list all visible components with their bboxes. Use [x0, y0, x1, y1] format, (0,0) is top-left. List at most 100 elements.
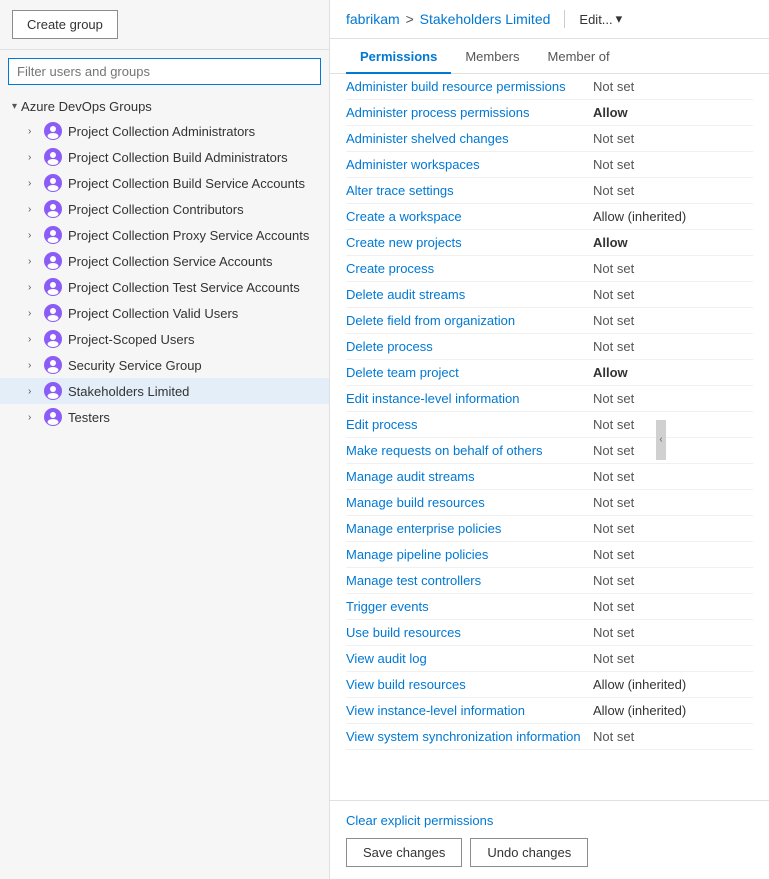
- permission-row: View instance-level informationAllow (in…: [346, 698, 753, 724]
- permission-value: Not set: [593, 261, 753, 276]
- permission-row: Manage audit streamsNot set: [346, 464, 753, 490]
- tab-members[interactable]: Members: [451, 39, 533, 74]
- permission-row: Trigger eventsNot set: [346, 594, 753, 620]
- tabs-bar: Permissions Members Member of: [330, 39, 769, 74]
- permission-name[interactable]: Create process: [346, 261, 593, 276]
- group-item[interactable]: › Testers: [0, 404, 329, 430]
- permission-row: Edit instance-level informationNot set: [346, 386, 753, 412]
- permission-name[interactable]: Delete team project: [346, 365, 593, 380]
- expand-chevron-icon: ›: [28, 308, 38, 319]
- permission-name[interactable]: Create new projects: [346, 235, 593, 250]
- tab-permissions[interactable]: Permissions: [346, 39, 451, 74]
- permission-name[interactable]: Manage audit streams: [346, 469, 593, 484]
- permission-name[interactable]: Administer build resource permissions: [346, 79, 593, 94]
- group-name: Project Collection Build Service Account…: [68, 176, 305, 191]
- collapse-handle[interactable]: ‹: [656, 420, 666, 460]
- group-item[interactable]: › Project Collection Administrators: [0, 118, 329, 144]
- permission-value: Allow: [593, 235, 753, 250]
- group-name: Security Service Group: [68, 358, 202, 373]
- permission-value: Not set: [593, 157, 753, 172]
- edit-button-label: Edit...: [579, 12, 612, 27]
- permission-name[interactable]: Edit process: [346, 417, 593, 432]
- permission-row: Administer build resource permissionsNot…: [346, 74, 753, 100]
- group-item[interactable]: › Security Service Group: [0, 352, 329, 378]
- permission-row: View audit logNot set: [346, 646, 753, 672]
- permission-row: Delete team projectAllow: [346, 360, 753, 386]
- permission-name[interactable]: View audit log: [346, 651, 593, 666]
- permission-name[interactable]: Delete field from organization: [346, 313, 593, 328]
- permission-value: Not set: [593, 443, 753, 458]
- permission-row: Alter trace settingsNot set: [346, 178, 753, 204]
- group-icon: [44, 330, 62, 348]
- group-item[interactable]: › Project Collection Build Administrator…: [0, 144, 329, 170]
- permission-name[interactable]: View system synchronization information: [346, 729, 593, 744]
- permission-name[interactable]: Edit instance-level information: [346, 391, 593, 406]
- group-item[interactable]: › Project Collection Contributors: [0, 196, 329, 222]
- clear-permissions-link[interactable]: Clear explicit permissions: [346, 813, 753, 828]
- permission-value: Not set: [593, 547, 753, 562]
- tab-member-of[interactable]: Member of: [534, 39, 624, 74]
- filter-input[interactable]: [8, 58, 321, 85]
- breadcrumb-org[interactable]: fabrikam: [346, 11, 400, 27]
- permission-name[interactable]: Trigger events: [346, 599, 593, 614]
- permission-name[interactable]: View instance-level information: [346, 703, 593, 718]
- permission-value: Allow: [593, 105, 753, 120]
- breadcrumb-separator: >: [406, 11, 418, 27]
- group-icon: [44, 200, 62, 218]
- permission-value: Not set: [593, 339, 753, 354]
- group-item[interactable]: › Project Collection Test Service Accoun…: [0, 274, 329, 300]
- permission-name[interactable]: Administer process permissions: [346, 105, 593, 120]
- group-item[interactable]: › Project Collection Service Accounts: [0, 248, 329, 274]
- permission-name[interactable]: Delete process: [346, 339, 593, 354]
- permission-name[interactable]: View build resources: [346, 677, 593, 692]
- permission-value: Not set: [593, 573, 753, 588]
- permission-name[interactable]: Manage build resources: [346, 495, 593, 510]
- permission-value: Allow (inherited): [593, 677, 753, 692]
- permission-value: Not set: [593, 131, 753, 146]
- permission-value: Not set: [593, 391, 753, 406]
- permission-name[interactable]: Alter trace settings: [346, 183, 593, 198]
- permission-row: Manage enterprise policiesNot set: [346, 516, 753, 542]
- group-item[interactable]: › Project-Scoped Users: [0, 326, 329, 352]
- create-group-button[interactable]: Create group: [12, 10, 118, 39]
- permissions-area: Administer build resource permissions Not…: [330, 74, 769, 800]
- permission-row: Manage pipeline policiesNot set: [346, 542, 753, 568]
- group-item[interactable]: › Project Collection Valid Users: [0, 300, 329, 326]
- permission-row: Delete field from organizationNot set: [346, 308, 753, 334]
- permission-row: Delete processNot set: [346, 334, 753, 360]
- edit-button[interactable]: Edit... ▾: [579, 11, 622, 27]
- permission-row: View system synchronization informationN…: [346, 724, 753, 750]
- permission-name[interactable]: Manage test controllers: [346, 573, 593, 588]
- edit-dropdown-icon: ▾: [616, 11, 623, 27]
- permission-row: Administer process permissionsAllow: [346, 100, 753, 126]
- group-name: Project Collection Contributors: [68, 202, 244, 217]
- group-item[interactable]: › Stakeholders Limited: [0, 378, 329, 404]
- undo-changes-button[interactable]: Undo changes: [470, 838, 588, 867]
- save-changes-button[interactable]: Save changes: [346, 838, 462, 867]
- group-icon: [44, 122, 62, 140]
- expand-chevron-icon: ›: [28, 230, 38, 241]
- left-panel: Create group ▾ Azure DevOps Groups › Pro…: [0, 0, 330, 879]
- permission-name[interactable]: Administer shelved changes: [346, 131, 593, 146]
- permission-value: Allow (inherited): [593, 209, 753, 224]
- expand-chevron-icon: ›: [28, 334, 38, 345]
- azure-devops-groups-category[interactable]: ▾ Azure DevOps Groups: [0, 95, 329, 118]
- groups-list: › Project Collection Administrators › Pr…: [0, 118, 329, 430]
- permission-name[interactable]: Make requests on behalf of others: [346, 443, 593, 458]
- permission-value: Not set: [593, 599, 753, 614]
- group-item[interactable]: › Project Collection Build Service Accou…: [0, 170, 329, 196]
- expand-chevron-icon: ›: [28, 360, 38, 371]
- permission-name[interactable]: Use build resources: [346, 625, 593, 640]
- permission-name[interactable]: Create a workspace: [346, 209, 593, 224]
- permission-row: Create new projectsAllow: [346, 230, 753, 256]
- permission-name[interactable]: Manage enterprise policies: [346, 521, 593, 536]
- group-icon: [44, 408, 62, 426]
- permission-name[interactable]: Delete audit streams: [346, 287, 593, 302]
- permission-name[interactable]: Administer workspaces: [346, 157, 593, 172]
- group-icon: [44, 252, 62, 270]
- permission-name[interactable]: Manage pipeline policies: [346, 547, 593, 562]
- footer-area: Clear explicit permissions Save changes …: [330, 800, 769, 879]
- group-item[interactable]: › Project Collection Proxy Service Accou…: [0, 222, 329, 248]
- permission-row: Administer workspacesNot set: [346, 152, 753, 178]
- expand-chevron-icon: ›: [28, 126, 38, 137]
